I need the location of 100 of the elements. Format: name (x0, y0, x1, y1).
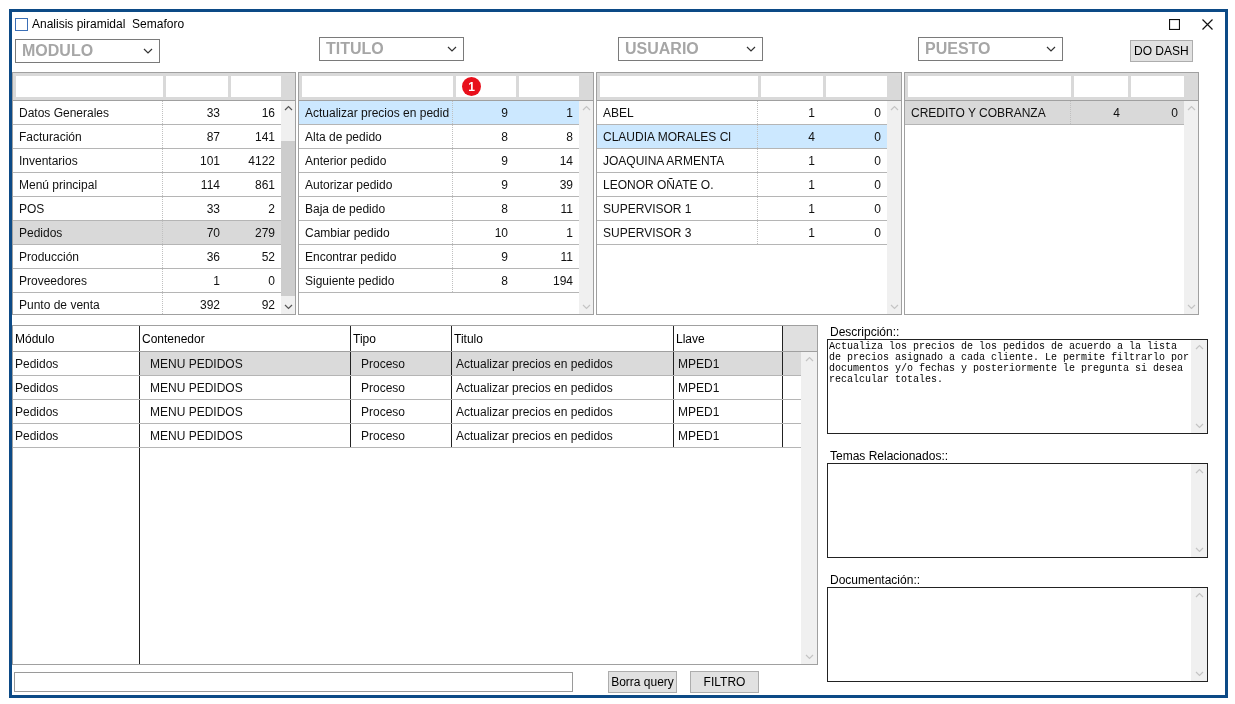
scrollbar[interactable] (281, 101, 295, 314)
table-row[interactable]: Baja de pedido 8 11 (299, 197, 579, 221)
table-row[interactable]: Datos Generales 33 16 (13, 101, 281, 125)
window-title: Analisis piramidal Semaforo (32, 16, 185, 33)
table-row[interactable]: Encontrar pedido 9 11 (299, 245, 579, 269)
filter-cell[interactable] (908, 76, 1071, 97)
table-row[interactable]: Actualizar precios en pedid 9 1 (299, 101, 579, 125)
table-cell: SUPERVISOR 3 (597, 221, 758, 244)
filter-cell[interactable]: 1 (456, 76, 516, 97)
table-row[interactable]: CREDITO Y COBRANZA 4 0 (905, 101, 1184, 125)
table-row[interactable]: SUPERVISOR 1 1 0 (597, 197, 887, 221)
table-cell: MENU PEDIDOS (140, 400, 351, 423)
table-row[interactable]: Autorizar pedido 9 39 (299, 173, 579, 197)
table-cell: Pedidos (13, 400, 140, 423)
table-row[interactable]: Facturación 87 141 (13, 125, 281, 149)
table-cell: Actualizar precios en pedid (299, 101, 453, 124)
filter-button[interactable]: FILTRO (690, 671, 759, 693)
table-cell: Actualizar precios en pedidos (452, 352, 674, 375)
column-header[interactable]: Módulo (13, 326, 140, 351)
chevron-down-icon[interactable] (283, 304, 293, 310)
table-row[interactable]: POS 33 2 (13, 197, 281, 221)
table-row[interactable]: Pedidos MENU PEDIDOS Proceso Actualizar precios en pedidos MPED1 (13, 352, 801, 376)
text-area[interactable] (827, 463, 1208, 558)
table-cell-text: 9 (500, 248, 509, 266)
table-cell-text: 114 (199, 176, 221, 194)
table-cell: Autorizar pedido (299, 173, 453, 196)
table-cell: POS (13, 197, 163, 220)
filter-cell[interactable] (166, 76, 228, 97)
table-cell-text: 8 (565, 128, 574, 146)
table-cell-text: 194 (551, 272, 574, 290)
table-row[interactable]: Pedidos MENU PEDIDOS Proceso Actualizar precios en pedidos MPED1 (13, 376, 801, 400)
table-cell: Alta de pedido (299, 125, 453, 148)
text-area[interactable]: Actualiza los precios de los pedidos de acuerdo a la lista de precios asignado a cada cliente. Le permite filtrarlo por documentos y/o fechas y posteriormente le pregunta si desea recalcular totales. (827, 339, 1208, 434)
table-cell-text: 1 (565, 224, 574, 242)
clear-query-button[interactable]: Borra query (608, 671, 677, 693)
panel-label: Descripción:: (829, 325, 901, 339)
table-cell: CREDITO Y COBRANZA (905, 101, 1071, 124)
filter-cell[interactable] (1131, 76, 1184, 97)
chevron-up-icon[interactable] (283, 105, 293, 111)
table-row[interactable]: Proveedores 1 0 (13, 269, 281, 293)
table-cell: Anterior pedido (299, 149, 453, 172)
notification-badge: 1 (462, 77, 481, 96)
text-area[interactable] (827, 587, 1208, 682)
table-row[interactable]: ABEL 1 0 (597, 101, 887, 125)
table-cell: Datos Generales (13, 101, 163, 124)
table-row[interactable]: Pedidos MENU PEDIDOS Proceso Actualizar precios en pedidos MPED1 (13, 400, 801, 424)
column-header[interactable]: Titulo (452, 326, 674, 351)
filter-cell[interactable] (302, 76, 453, 97)
table-cell: Proceso (351, 424, 452, 447)
filter-cell[interactable] (826, 76, 887, 97)
filter-cell[interactable] (600, 76, 758, 97)
table-row[interactable]: JOAQUINA ARMENTA 1 0 (597, 149, 887, 173)
close-icon[interactable] (1202, 18, 1213, 30)
filter-cell[interactable] (16, 76, 163, 97)
table-cell-text: 39 (558, 176, 574, 194)
table-row[interactable]: Pedidos MENU PEDIDOS Proceso Actualizar precios en pedidos MPED1 (13, 424, 801, 448)
table-row[interactable]: CLAUDIA MORALES Cl 4 0 (597, 125, 887, 149)
table-cell-text: 4 (1112, 104, 1121, 122)
dash-button[interactable]: DO DASH (1130, 40, 1193, 62)
table-row[interactable]: Producción 36 52 (13, 245, 281, 269)
filter-cell[interactable] (761, 76, 823, 97)
table-cell-text: 33 (205, 200, 221, 218)
table-cell-text: 11 (559, 248, 574, 266)
column-header[interactable]: Contenedor (140, 326, 351, 351)
scrollbar-thumb[interactable] (281, 141, 295, 296)
table-row[interactable]: Cambiar pedido 10 1 (299, 221, 579, 245)
column-header[interactable]: Tipo (351, 326, 452, 351)
table-cell: Actualizar precios en pedidos (452, 424, 674, 447)
table-row[interactable]: Inventarios 101 4122 (13, 149, 281, 173)
table-cell-text: 9 (500, 104, 509, 122)
filter-cell[interactable] (231, 76, 281, 97)
query-field[interactable] (14, 672, 573, 692)
table-row[interactable]: Menú principal 114 861 (13, 173, 281, 197)
table-row[interactable]: Alta de pedido 8 8 (299, 125, 579, 149)
table-row[interactable]: SUPERVISOR 3 1 0 (597, 221, 887, 245)
maximize-icon[interactable] (1169, 18, 1180, 30)
table-cell: MENU PEDIDOS (140, 352, 351, 375)
table-cell-text: 70 (205, 224, 221, 242)
header-corner (783, 326, 817, 351)
table-row[interactable]: LEONOR OÑATE O. 1 0 (597, 173, 887, 197)
filter-cell[interactable] (1074, 76, 1128, 97)
table-cell: Inventarios (13, 149, 163, 172)
table-cell-text: 36 (205, 248, 221, 266)
table-row[interactable]: Siguiente pedido 8 194 (299, 269, 579, 293)
table-cell-text: 10 (493, 224, 509, 242)
table-cell-text: 0 (873, 128, 882, 146)
table-cell-text: 0 (873, 200, 882, 218)
table-cell: MPED1 (674, 424, 783, 447)
table-cell: Baja de pedido (299, 197, 453, 220)
table-cell-text: 392 (198, 296, 221, 314)
filter-cell[interactable] (519, 76, 579, 97)
table-cell-text: 0 (1170, 104, 1179, 122)
table-row[interactable]: Anterior pedido 9 14 (299, 149, 579, 173)
table-cell-text: 1 (807, 224, 816, 242)
table-cell: LEONOR OÑATE O. (597, 173, 758, 196)
table-cell-text: 279 (253, 224, 276, 242)
table-cell: Menú principal (13, 173, 163, 196)
table-cell-text: 0 (873, 104, 882, 122)
table-row[interactable]: Pedidos 70 279 (13, 221, 281, 245)
chevron-down-icon (1046, 46, 1056, 52)
